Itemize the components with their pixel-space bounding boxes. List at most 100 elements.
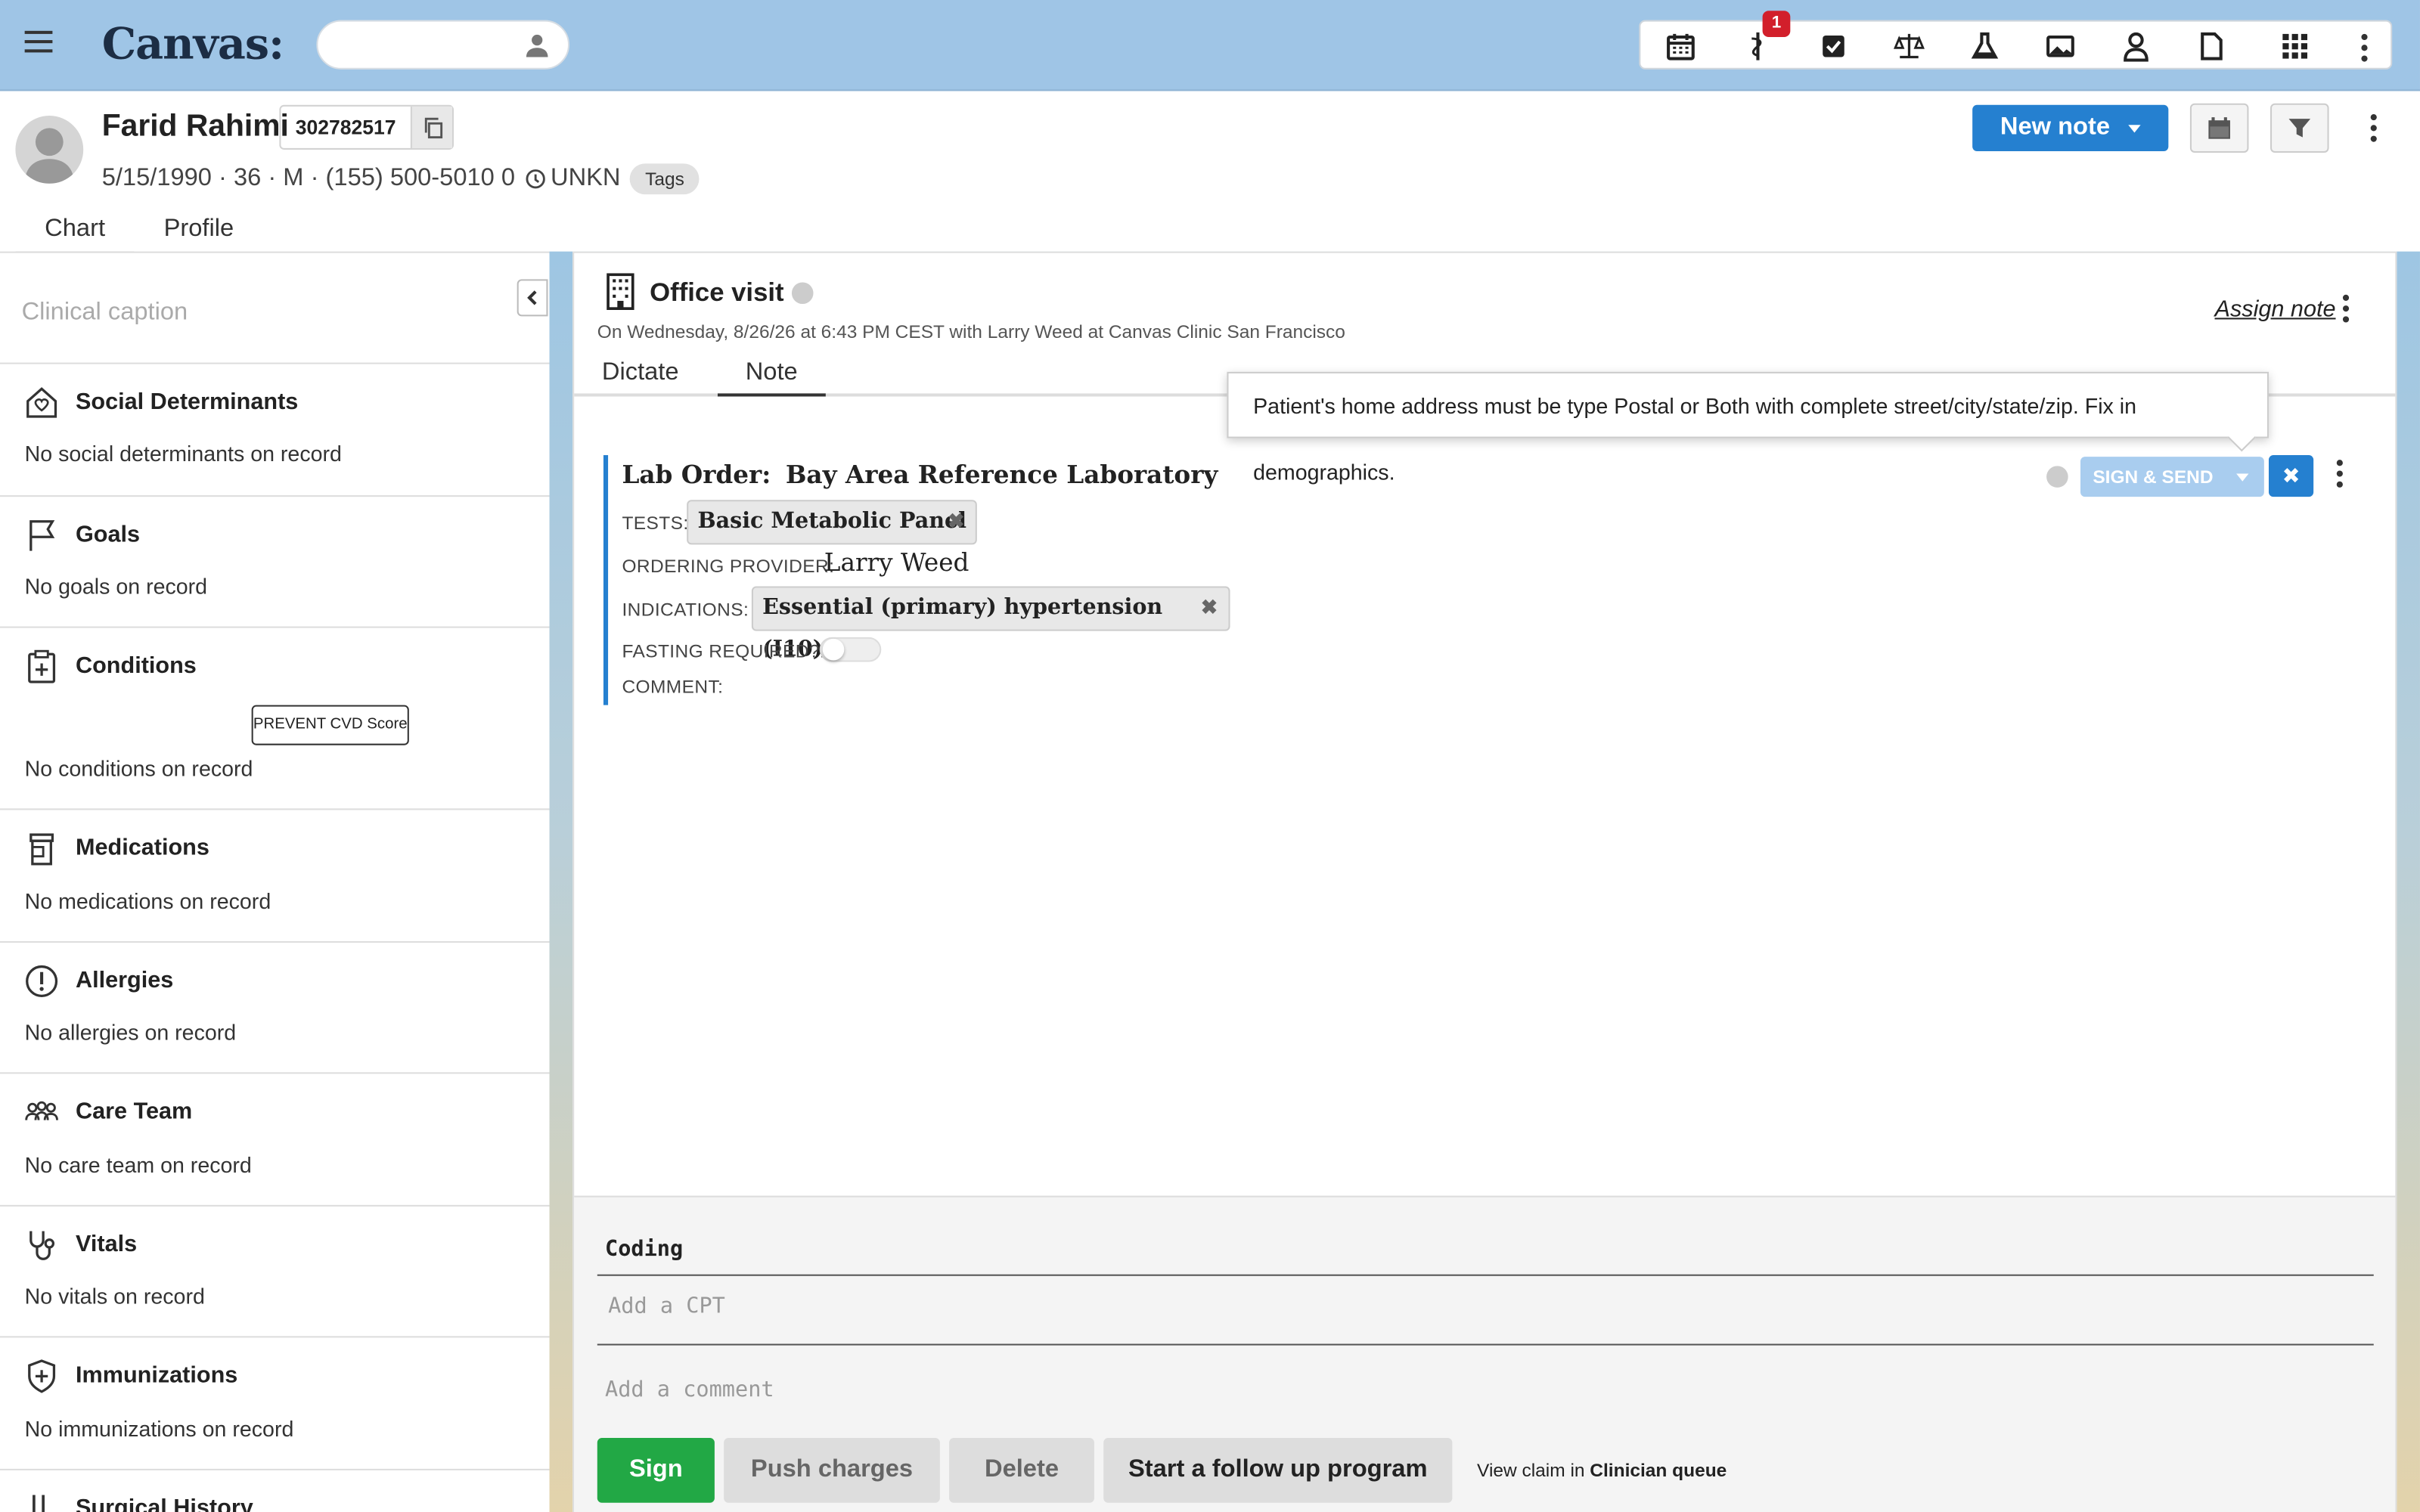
collapse-sidebar-button[interactable] xyxy=(517,279,548,317)
chevron-down-icon[interactable] xyxy=(2236,473,2249,482)
remove-test-icon[interactable]: ✖ xyxy=(948,501,964,543)
remove-command-button[interactable]: ✖ xyxy=(2268,455,2314,497)
section-surgical-history[interactable]: Surgical History xyxy=(0,1468,550,1512)
push-charges-button[interactable]: Push charges xyxy=(724,1438,940,1503)
stethoscope-icon xyxy=(29,1231,55,1260)
remove-indication-icon[interactable]: ✖ xyxy=(1201,588,1218,630)
patient-search-input[interactable] xyxy=(316,20,570,70)
section-empty: No care team on record xyxy=(24,1152,252,1178)
tab-note[interactable]: Note xyxy=(717,360,826,397)
section-title: Immunizations xyxy=(75,1362,238,1389)
clinician-queue-link[interactable]: Clinician queue xyxy=(1590,1460,1727,1482)
prevent-cvd-score-button[interactable]: PREVENT CVD Score xyxy=(251,705,409,745)
patient-id: 302782517 xyxy=(279,104,454,150)
address-warning-tooltip: Patient's home address must be type Post… xyxy=(1227,371,2269,485)
flask-icon[interactable] xyxy=(1969,31,2000,62)
ordering-provider-label: ORDERING PROVIDER: xyxy=(622,555,835,578)
clipboard-plus-icon xyxy=(28,649,56,683)
cpt-input[interactable]: Add a CPT xyxy=(608,1294,725,1319)
building-icon xyxy=(607,273,634,310)
sign-button[interactable]: Sign xyxy=(597,1438,715,1503)
section-title: Allergies xyxy=(75,967,174,994)
calendar-button[interactable] xyxy=(2189,103,2249,153)
section-allergies[interactable]: Allergies No allergies on record xyxy=(0,940,550,1072)
section-conditions[interactable]: Conditions PREVENT CVD Score No conditio… xyxy=(0,626,550,809)
more-menu-icon[interactable] xyxy=(2361,33,2368,67)
patient-demographics: 5/15/1990 · 36 · M · (155) 500-5010 0 UN… xyxy=(101,163,700,195)
start-follow-up-button[interactable]: Start a follow up program xyxy=(1103,1438,1453,1503)
surgical-tools-icon xyxy=(33,1495,45,1512)
section-immunizations[interactable]: Immunizations No immunizations on record xyxy=(0,1336,550,1469)
fasting-toggle[interactable] xyxy=(819,637,882,662)
comment-input[interactable]: Add a comment xyxy=(605,1377,774,1402)
section-title: Surgical History xyxy=(75,1495,253,1512)
section-care-team[interactable]: Care Team No care team on record xyxy=(0,1072,550,1205)
section-empty: No allergies on record xyxy=(24,1019,237,1045)
note-title: Office visit xyxy=(650,277,784,308)
patient-timezone: UNKN xyxy=(550,165,621,192)
view-claim-prefix: View claim in xyxy=(1477,1459,1590,1482)
copy-icon[interactable] xyxy=(410,106,452,148)
sign-and-send-label: SIGN & SEND xyxy=(2093,466,2214,488)
document-icon[interactable] xyxy=(2196,31,2227,62)
new-note-button[interactable]: New note xyxy=(1972,104,2169,151)
chevron-left-icon xyxy=(527,290,537,305)
notification-badge: 1 xyxy=(1762,11,1791,37)
tags-button[interactable]: Tags xyxy=(629,163,700,195)
note-more-icon[interactable] xyxy=(2342,294,2350,327)
tab-dictate[interactable]: Dictate xyxy=(602,360,679,388)
section-title: Social Determinants xyxy=(75,389,299,415)
quick-actions-toolbar xyxy=(1639,20,2393,70)
sign-and-send-button[interactable]: SIGN & SEND xyxy=(2080,457,2264,497)
delete-button[interactable]: Delete xyxy=(949,1438,1094,1503)
chevron-down-icon[interactable] xyxy=(2128,125,2141,133)
section-social-determinants[interactable]: Social Determinants No social determinan… xyxy=(0,362,550,496)
flag-icon xyxy=(29,520,55,551)
patient-avatar xyxy=(15,116,84,184)
alert-circle-icon xyxy=(26,965,58,997)
tab-chart[interactable]: Chart xyxy=(15,213,135,255)
command-accent-bar xyxy=(603,455,609,705)
ordering-provider-value[interactable]: Larry Weed xyxy=(824,547,970,577)
section-empty: No medications on record xyxy=(24,888,271,914)
app-root: Canvas: 1 Farid Rahimi 302782517 5/15/19… xyxy=(0,0,2420,1512)
section-title: Medications xyxy=(75,835,209,861)
calendar-icon xyxy=(2208,117,2230,139)
coding-title: Coding xyxy=(604,1237,684,1263)
assign-note-link[interactable]: Assign note xyxy=(2215,296,2336,323)
patient-meta: 5/15/1990 · 36 · M · (155) 500-5010 0 xyxy=(101,165,516,192)
indications-label: INDICATIONS: xyxy=(622,598,749,621)
app-logo[interactable]: Canvas: xyxy=(102,18,284,69)
filter-icon xyxy=(2288,119,2311,138)
section-empty: No goals on record xyxy=(24,574,208,599)
section-vitals[interactable]: Vitals No vitals on record xyxy=(0,1204,550,1336)
lab-name: Bay Area Reference Laboratory xyxy=(785,460,1218,489)
scale-icon[interactable] xyxy=(1894,31,1925,62)
clinical-caption-input[interactable]: Clinical caption xyxy=(22,299,188,327)
apps-grid-icon[interactable] xyxy=(2279,31,2310,62)
command-more-icon[interactable] xyxy=(2336,460,2343,492)
house-heart-icon xyxy=(26,387,57,418)
note-subtitle: On Wednesday, 8/26/26 at 6:43 PM CEST wi… xyxy=(597,321,1345,343)
filter-button[interactable] xyxy=(2270,103,2329,153)
tab-profile[interactable]: Profile xyxy=(135,213,263,255)
calendar-icon[interactable] xyxy=(1665,31,1696,62)
checkbox-icon[interactable] xyxy=(1818,31,1849,62)
section-goals[interactable]: Goals No goals on record xyxy=(0,495,550,626)
section-empty: No social determinants on record xyxy=(24,441,342,466)
patient-more-icon[interactable] xyxy=(2370,114,2377,147)
section-title: Conditions xyxy=(75,652,197,679)
menu-icon[interactable] xyxy=(24,30,53,53)
test-value: Basic Metabolic Panel xyxy=(697,509,967,534)
lab-order-prefix: Lab Order: xyxy=(622,460,771,489)
view-claim-text: View claim in Clinician queue xyxy=(1477,1460,1727,1482)
section-title: Goals xyxy=(75,521,141,548)
section-title: Vitals xyxy=(75,1231,138,1258)
provider-icon[interactable] xyxy=(2121,31,2152,62)
section-medications[interactable]: Medications No medications on record xyxy=(0,808,550,941)
pill-bottle-icon xyxy=(29,833,54,866)
section-empty: No immunizations on record xyxy=(24,1416,294,1442)
indication-chip: Essential (primary) hypertension (I10) ✖ xyxy=(751,586,1230,662)
section-title: Care Team xyxy=(75,1098,193,1125)
image-icon[interactable] xyxy=(2045,31,2076,62)
